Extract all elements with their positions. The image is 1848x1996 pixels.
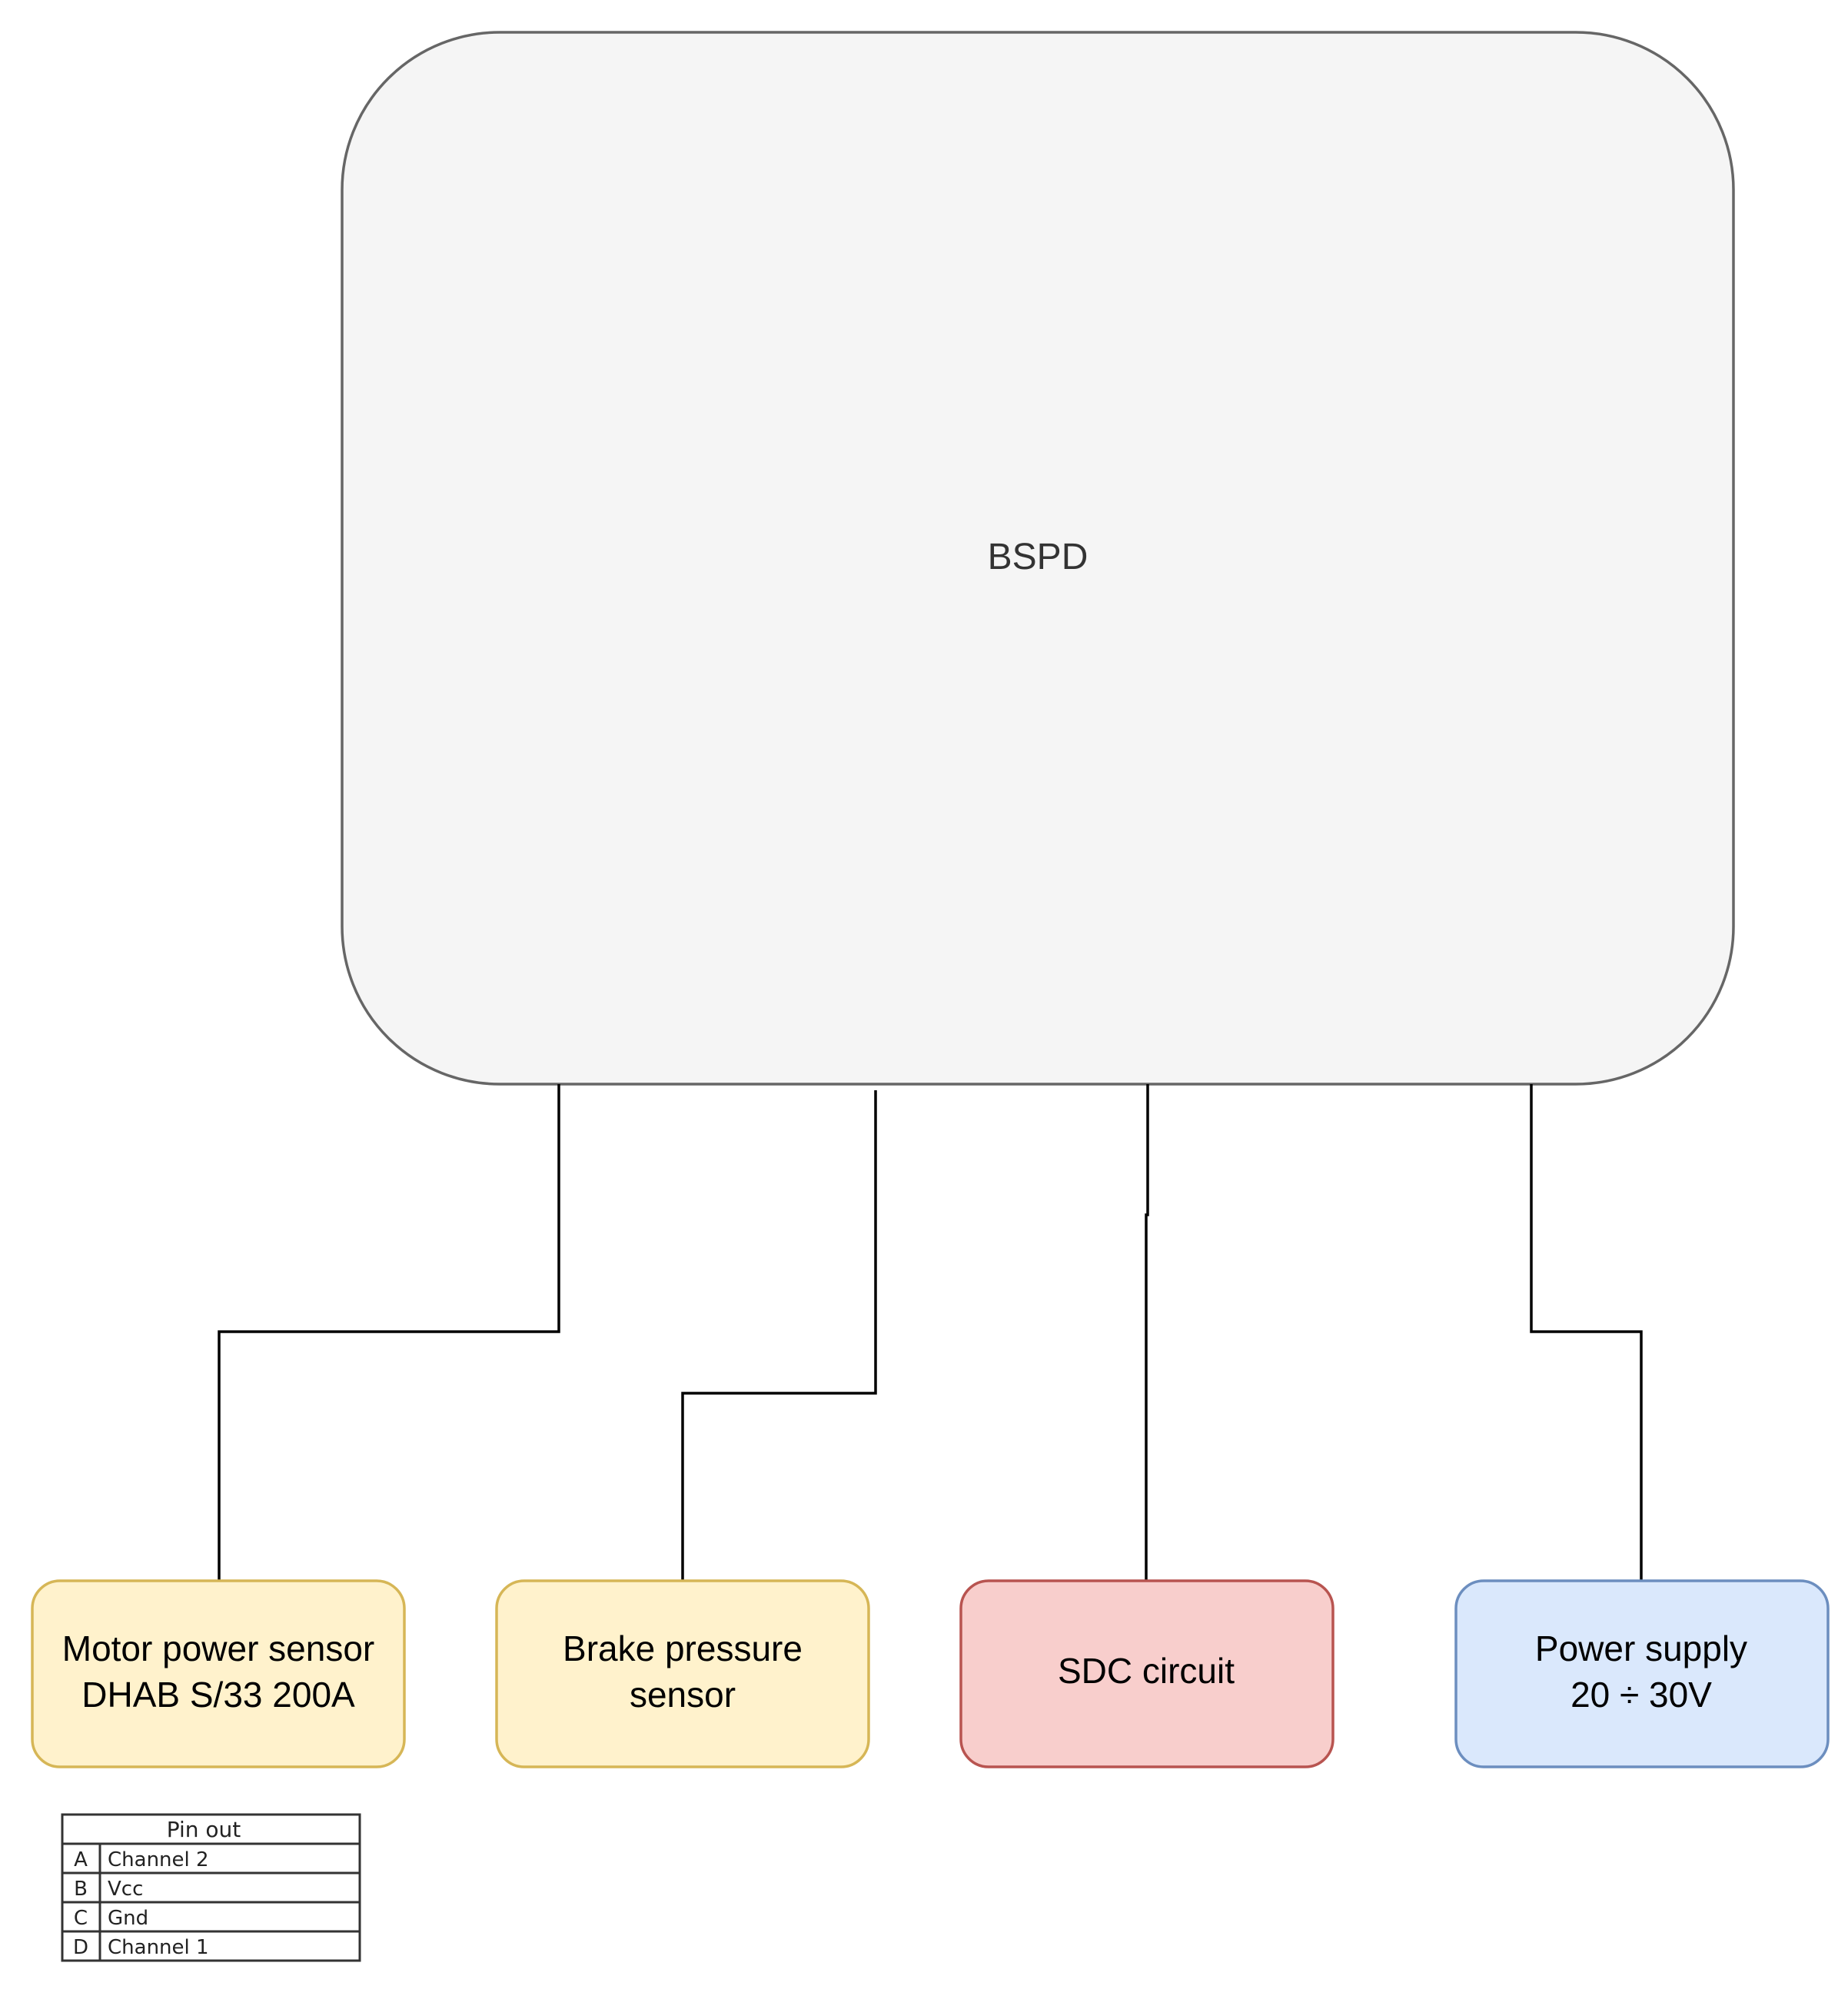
block-diagram: BSPD Motor power sensor DHAB S/33 200A B… <box>31 31 1830 1962</box>
motor-power-sensor-label-line1: Motor power sensor <box>62 1628 375 1668</box>
connector-sdc <box>1145 1084 1149 1581</box>
power-supply-label-line1: Power supply <box>1535 1628 1747 1668</box>
power-supply-box <box>1454 1579 1830 1768</box>
pinout-pin-b: B <box>74 1878 88 1901</box>
pinout-signal-c: Gnd <box>108 1907 148 1930</box>
pinout-signal-a: Channel 2 <box>108 1848 209 1871</box>
power-supply-label-line2: 20 ÷ 30V <box>1570 1675 1712 1715</box>
brake-pressure-sensor-label-line2: sensor <box>630 1675 736 1715</box>
sdc-circuit-label: SDC circuit <box>1058 1651 1235 1691</box>
pinout-signal-d: Channel 1 <box>108 1936 209 1959</box>
pinout-pin-a: A <box>74 1848 88 1871</box>
sdc-circuit-block[interactable]: SDC circuit <box>959 1579 1334 1768</box>
brake-pressure-sensor-box <box>495 1579 870 1768</box>
bspd-block[interactable]: BSPD <box>341 31 1735 1086</box>
pinout-table: Pin out A Channel 2 B Vcc C Gnd D Channe… <box>61 1813 361 1962</box>
brake-pressure-sensor-label-line1: Brake pressure <box>563 1628 803 1668</box>
pinout-signal-b: Vcc <box>108 1878 143 1901</box>
motor-power-sensor-box <box>31 1579 406 1768</box>
bspd-label: BSPD <box>988 537 1089 577</box>
motor-power-sensor-block[interactable]: Motor power sensor DHAB S/33 200A <box>31 1579 406 1768</box>
brake-pressure-sensor-block[interactable]: Brake pressure sensor <box>495 1579 870 1768</box>
connector-power-supply <box>1530 1084 1643 1581</box>
connector-motor-sensor <box>218 1084 560 1581</box>
pinout-pin-d: D <box>73 1936 88 1959</box>
pinout-pin-c: C <box>74 1907 88 1930</box>
connectors <box>218 1084 1643 1581</box>
power-supply-block[interactable]: Power supply 20 ÷ 30V <box>1454 1579 1830 1768</box>
motor-power-sensor-label-line2: DHAB S/33 200A <box>81 1675 355 1715</box>
connector-brake-sensor <box>681 1090 877 1581</box>
pinout-title: Pin out <box>167 1817 241 1842</box>
